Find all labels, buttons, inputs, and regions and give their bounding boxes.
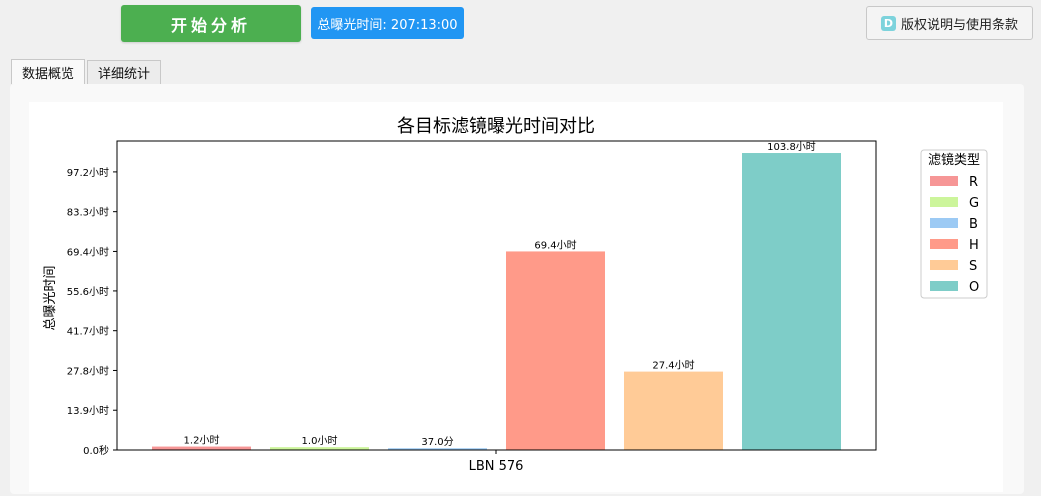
y-tick-label: 83.3小时 <box>67 207 109 219</box>
bar-value-label: 1.0小时 <box>302 435 338 447</box>
y-tick-label: 97.2小时 <box>67 167 109 179</box>
document-icon: D <box>880 15 896 31</box>
legend-swatch-g <box>930 197 958 207</box>
legend-swatch-h <box>930 239 958 249</box>
legend-label: G <box>969 196 979 211</box>
y-axis-label: 总曝光时间 <box>43 265 58 330</box>
y-tick-label: 41.7小时 <box>67 326 109 338</box>
y-tick-label: 69.4小时 <box>67 246 109 258</box>
total-exposure-badge: 总曝光时间: 207:13:00 <box>311 7 464 39</box>
bar-r <box>152 446 251 450</box>
legend-swatch-r <box>930 176 958 186</box>
bar-chart: 各目标滤镜曝光时间对比 总曝光时间 1.2小时 1.0小时 37.0分 69.4小时 2… <box>43 116 988 474</box>
y-tick-label: 0.0秒 <box>83 444 109 457</box>
legend-label: S <box>969 259 977 274</box>
tab-bar: 数据概览 详细统计 <box>11 59 162 84</box>
legend-label: R <box>969 175 978 190</box>
start-analysis-button[interactable]: 开始分析 <box>121 5 301 42</box>
license-button[interactable]: D 版权说明与使用条款 <box>866 6 1033 40</box>
legend-title: 滤镜类型 <box>928 153 980 168</box>
bar-value-label: 1.2小时 <box>184 435 220 447</box>
x-tick-label: LBN 576 <box>469 459 524 474</box>
legend-swatch-o <box>930 281 958 291</box>
legend-swatch-b <box>930 218 958 228</box>
bar-h <box>506 251 605 450</box>
legend-label: O <box>969 280 979 295</box>
bar-value-label: 27.4小时 <box>652 360 694 372</box>
bar-value-label: 69.4小时 <box>534 239 576 251</box>
legend-swatch-s <box>930 260 958 270</box>
tab-overview[interactable]: 数据概览 <box>11 59 86 84</box>
bar-s <box>624 371 723 450</box>
chart-title: 各目标滤镜曝光时间对比 <box>397 116 595 137</box>
bar-value-label: 37.0分 <box>421 436 453 448</box>
legend-label: B <box>969 217 978 232</box>
tab-details[interactable]: 详细统计 <box>87 60 162 84</box>
y-tick-label: 55.6小时 <box>67 286 109 298</box>
legend-label: H <box>969 238 979 253</box>
bar-o <box>742 153 841 450</box>
bar-value-label: 103.8小时 <box>767 141 816 153</box>
license-label: 版权说明与使用条款 <box>900 17 1018 33</box>
y-tick-label: 27.8小时 <box>67 365 109 377</box>
y-tick-label: 13.9小时 <box>67 405 109 417</box>
legend: 滤镜类型 RGBHSO <box>920 149 988 299</box>
chart-container: 各目标滤镜曝光时间对比 总曝光时间 1.2小时 1.0小时 37.0分 69.4小时 2… <box>29 102 1003 492</box>
